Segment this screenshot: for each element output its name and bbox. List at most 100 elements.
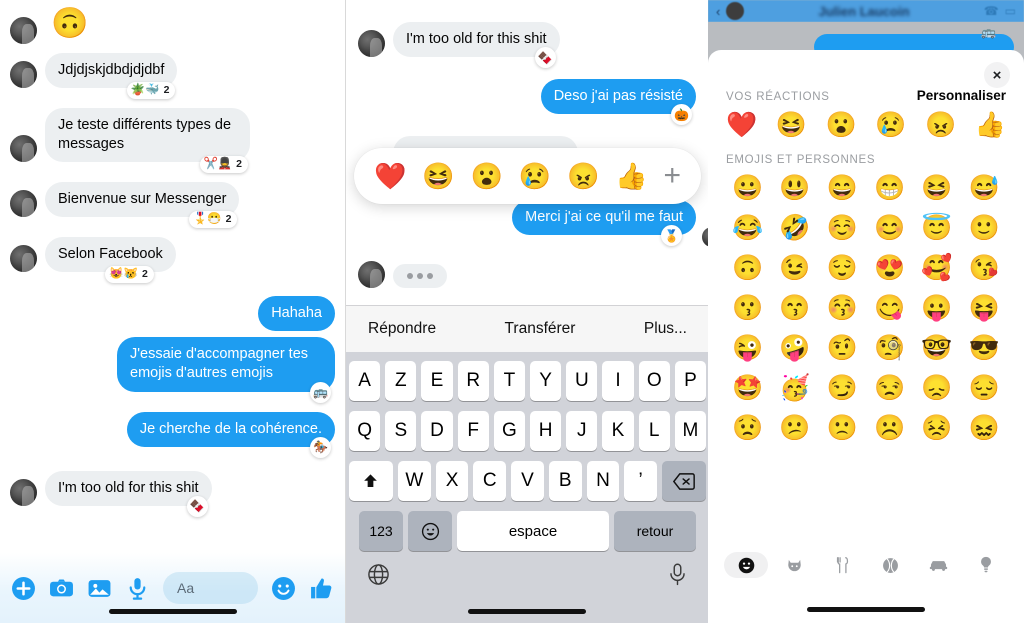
key-y[interactable]: Y [530,361,562,401]
key-m[interactable]: M [674,411,707,451]
return-key[interactable]: retour [614,511,696,551]
emoji-cell[interactable]: 😔 [961,374,1008,403]
emoji-cell[interactable]: 😘 [961,254,1008,283]
reply-button[interactable]: Répondre [368,320,436,338]
key-l[interactable]: L [638,411,670,451]
emoji-cell[interactable]: 🧐 [866,334,913,363]
emoji-cell[interactable]: ☺️ [819,214,866,243]
cat-icon[interactable] [772,552,816,578]
video-icon[interactable]: ▭ [1005,4,1016,18]
key-s[interactable]: S [385,411,417,451]
reaction-wow-button[interactable]: 😮 [826,111,857,140]
car-icon[interactable] [916,552,960,578]
reaction-badge[interactable]: 🪴🐳 2 [126,81,176,99]
plus-circle-icon[interactable] [11,576,36,601]
key-v[interactable]: V [511,461,544,501]
emoji-cell[interactable]: 😙 [771,294,818,323]
reaction-sad-button[interactable]: 😢 [875,111,906,140]
reaction-wow-button[interactable]: 😮 [470,163,502,189]
reaction-badge[interactable]: 🏇 [310,436,331,458]
key-u[interactable]: U [566,361,598,401]
microphone-icon[interactable] [125,576,150,601]
key-a[interactable]: A [348,361,381,401]
emoji-cell[interactable]: 😁 [866,174,913,203]
reaction-haha-button[interactable]: 😆 [422,163,454,189]
emoji-cell[interactable]: 🥳 [771,374,818,403]
key-r[interactable]: R [457,361,489,401]
key-p[interactable]: P [674,361,707,401]
reaction-love-button[interactable]: ❤️ [726,111,757,140]
key-e[interactable]: E [421,361,453,401]
backspace-icon[interactable] [662,461,707,501]
key-i[interactable]: I [602,361,634,401]
emoji-cell[interactable]: 🤨 [819,334,866,363]
emoji-cell[interactable]: 🤪 [771,334,818,363]
more-button[interactable]: Plus... [644,320,687,338]
emoji-cell[interactable]: 😍 [866,254,913,283]
close-icon[interactable]: × [984,62,1010,88]
emoji-cell[interactable]: 😉 [771,254,818,283]
key-b[interactable]: B [548,461,582,501]
search-input[interactable]: Aa [163,572,258,604]
emoji-cell[interactable]: 🥰 [913,254,960,283]
emoji-cell[interactable]: 😗 [724,294,771,323]
key-x[interactable]: X [435,461,469,501]
key-w[interactable]: W [397,461,431,501]
emoji-cell[interactable]: 😒 [866,374,913,403]
reaction-love-button[interactable]: ❤️ [374,163,406,189]
emoji-cell[interactable]: 😖 [961,414,1008,443]
key-c[interactable]: C [473,461,507,501]
key-z[interactable]: Z [385,361,417,401]
message-bubble[interactable]: Hahaha [258,296,335,332]
key-n[interactable]: N [586,461,620,501]
key-apostrophe[interactable]: ’ [624,461,658,501]
message-bubble[interactable]: I'm too old for this shit [393,22,560,58]
reaction-badge[interactable]: 🍫 [186,495,208,517]
emoji-cell[interactable]: 😋 [866,294,913,323]
emoji-cell[interactable]: 😏 [819,374,866,403]
reaction-badge[interactable]: 🏅 [661,225,682,247]
smiley-icon[interactable] [271,576,296,601]
emoji-cell[interactable]: 😣 [913,414,960,443]
emoji-cell[interactable]: 😇 [913,214,960,243]
camera-icon[interactable] [49,576,74,601]
emoji-cell[interactable]: 🤩 [724,374,771,403]
reaction-like-button[interactable]: 👍 [975,111,1006,140]
forward-button[interactable]: Transférer [505,320,576,338]
emoji-cell[interactable]: 🙁 [819,414,866,443]
reaction-badge[interactable]: 🎖️😷 2 [188,211,238,229]
reaction-sad-button[interactable]: 😢 [519,163,551,189]
key-o[interactable]: O [638,361,670,401]
reaction-angry-button[interactable]: 😠 [925,111,956,140]
key-t[interactable]: T [493,361,525,401]
emoji-cell[interactable]: 😀 [724,174,771,203]
reaction-badge[interactable]: 🍫 [534,47,556,69]
key-q[interactable]: Q [348,411,381,451]
message-bubble[interactable]: Je teste différents types de messages [45,107,250,162]
reaction-badge[interactable]: 😻😿 2 [105,266,154,284]
key-g[interactable]: G [493,411,525,451]
emoji-cell[interactable]: 😕 [771,414,818,443]
emoji-cell[interactable]: 😝 [961,294,1008,323]
emoji-cell[interactable]: 🙃 [724,254,771,283]
emoji-keyboard-icon[interactable] [408,511,452,551]
reaction-badge[interactable]: 🎃 [671,104,692,126]
shift-icon[interactable] [348,461,393,501]
key-k[interactable]: K [602,411,634,451]
message-bubble[interactable]: 🙃 [45,4,94,44]
emoji-cell[interactable]: 😛 [913,294,960,323]
call-icon[interactable]: ☎ [984,4,999,18]
reaction-badge[interactable]: 🚌 [310,381,331,403]
key-j[interactable]: J [566,411,598,451]
message-bubble[interactable]: J'essaie d'accompagner tes emojis d'autr… [117,337,335,392]
fork-knife-icon[interactable] [820,552,864,578]
emoji-cell[interactable]: 😌 [819,254,866,283]
emoji-cell[interactable]: 😞 [913,374,960,403]
ball-icon[interactable] [868,552,912,578]
lightbulb-icon[interactable] [964,552,1008,578]
microphone-icon[interactable] [664,561,690,587]
key-h[interactable]: H [530,411,562,451]
thumbs-up-icon[interactable] [309,576,334,601]
emoji-cell[interactable]: 🤣 [771,214,818,243]
message-bubble[interactable]: I'm too old for this shit [45,470,212,506]
